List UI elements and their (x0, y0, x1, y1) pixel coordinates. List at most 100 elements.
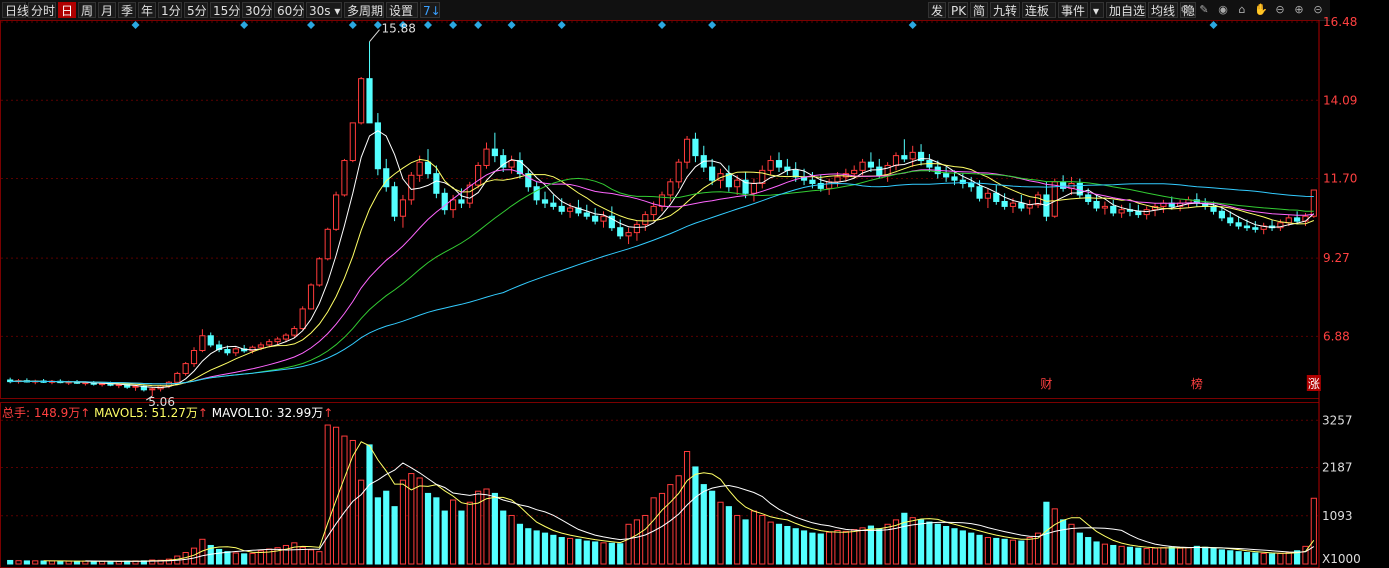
price-axis-label: 16.48 (1323, 15, 1357, 29)
high-pointer (369, 29, 380, 42)
candle-body (399, 199, 407, 217)
candle-body (299, 308, 306, 330)
volume-bar (1193, 545, 1200, 565)
candle-body (1218, 210, 1225, 219)
legend-ma5-value: 51.27万 (151, 406, 198, 420)
candle-body (458, 199, 465, 204)
candle-body (391, 186, 398, 217)
volume-bar (232, 552, 239, 565)
volume-bar (901, 512, 908, 565)
volume-bar (349, 439, 356, 565)
volume-bar (876, 528, 883, 565)
event-mark-label[interactable]: 榜 (1191, 376, 1203, 391)
candle-body (750, 182, 758, 194)
volume-bar (1085, 537, 1092, 565)
volume-bar (1093, 541, 1100, 565)
event-diamond-marker[interactable] (449, 21, 458, 29)
candle-body (1235, 222, 1242, 227)
volume-bar (324, 424, 331, 565)
volume-bar (617, 543, 624, 565)
candle-body (274, 338, 281, 343)
event-diamond-marker[interactable] (307, 21, 316, 29)
candle-body (851, 169, 858, 175)
event-diamond-marker[interactable] (507, 21, 516, 29)
volume-bar (383, 490, 390, 565)
candle-body (207, 335, 214, 346)
candle-body (550, 202, 557, 207)
volume-bar (1143, 548, 1150, 565)
volume-bar (575, 538, 582, 565)
volume-bar (1160, 547, 1167, 565)
volume-bar (1076, 532, 1083, 565)
candle-body (1294, 217, 1301, 222)
volume-bar (366, 444, 373, 565)
volume-bar (533, 530, 540, 565)
event-diamond-marker[interactable] (557, 21, 566, 29)
event-diamond-marker[interactable] (424, 21, 433, 29)
candle-body (617, 227, 624, 237)
event-mark-label[interactable]: 财 (1040, 377, 1052, 391)
candle-body (767, 160, 774, 171)
volume-bar (566, 537, 574, 565)
volume-bar (1110, 544, 1117, 565)
event-diamond-marker[interactable] (348, 21, 357, 29)
volume-bar (1126, 546, 1134, 565)
volume-bar (466, 501, 473, 565)
volume-bar (416, 477, 423, 565)
volume-bar (968, 532, 975, 565)
candle-body (1243, 225, 1251, 229)
candle-body (491, 148, 498, 157)
event-diamond-marker[interactable] (658, 21, 666, 29)
volume-bar (1151, 547, 1159, 565)
candle-body (149, 388, 156, 391)
candle-body (901, 155, 908, 160)
volume-bar (667, 484, 674, 565)
event-diamond-marker[interactable] (474, 21, 483, 29)
price-axis-label: 6.88 (1323, 329, 1350, 343)
volume-bar (516, 523, 524, 565)
volume-bar (107, 560, 114, 565)
volume-ma-line-10 (85, 462, 1315, 562)
candle-body (282, 334, 290, 340)
volume-bar (742, 519, 749, 565)
volume-bar (683, 451, 691, 565)
volume-bar (1268, 553, 1276, 565)
volume-bar (608, 542, 615, 565)
candle-body (224, 349, 231, 354)
volume-bar (1018, 540, 1025, 565)
legend-ma5-arrow: ↑ (197, 406, 208, 420)
high-price-label: 15.88 (382, 22, 416, 36)
volume-bar (1210, 548, 1217, 565)
volume-bar (249, 552, 256, 565)
volume-bar (633, 519, 641, 565)
candle-body (449, 199, 457, 211)
volume-bar (692, 466, 699, 565)
candle-body (182, 363, 189, 374)
candle-body (341, 160, 348, 196)
candle-body (943, 173, 950, 178)
volume-axis-label: 1093 (1322, 509, 1353, 523)
volume-bar (40, 560, 47, 565)
volume-bar (541, 532, 549, 565)
candle-body (332, 194, 340, 230)
volume-bar (734, 514, 741, 565)
volume-bar (759, 514, 766, 565)
volume-bar (592, 541, 599, 565)
legend-total-arrow: ↑ (80, 406, 91, 420)
candle-body (642, 214, 649, 225)
volume-bar (73, 560, 81, 565)
candle-body (592, 215, 599, 222)
volume-bar (374, 497, 381, 565)
volume-bar (525, 528, 532, 565)
event-mark-label[interactable]: 涨 (1308, 376, 1320, 391)
candle-body (541, 199, 549, 204)
candle-body (1118, 209, 1125, 214)
volume-bar (926, 521, 933, 565)
event-diamond-marker[interactable] (708, 21, 717, 29)
candle-body (1110, 205, 1117, 214)
volume-bar (550, 534, 557, 565)
event-diamond-marker[interactable] (908, 21, 917, 29)
volume-bar (15, 560, 22, 565)
volume-bar (449, 499, 457, 565)
volume-bar (1118, 545, 1125, 565)
